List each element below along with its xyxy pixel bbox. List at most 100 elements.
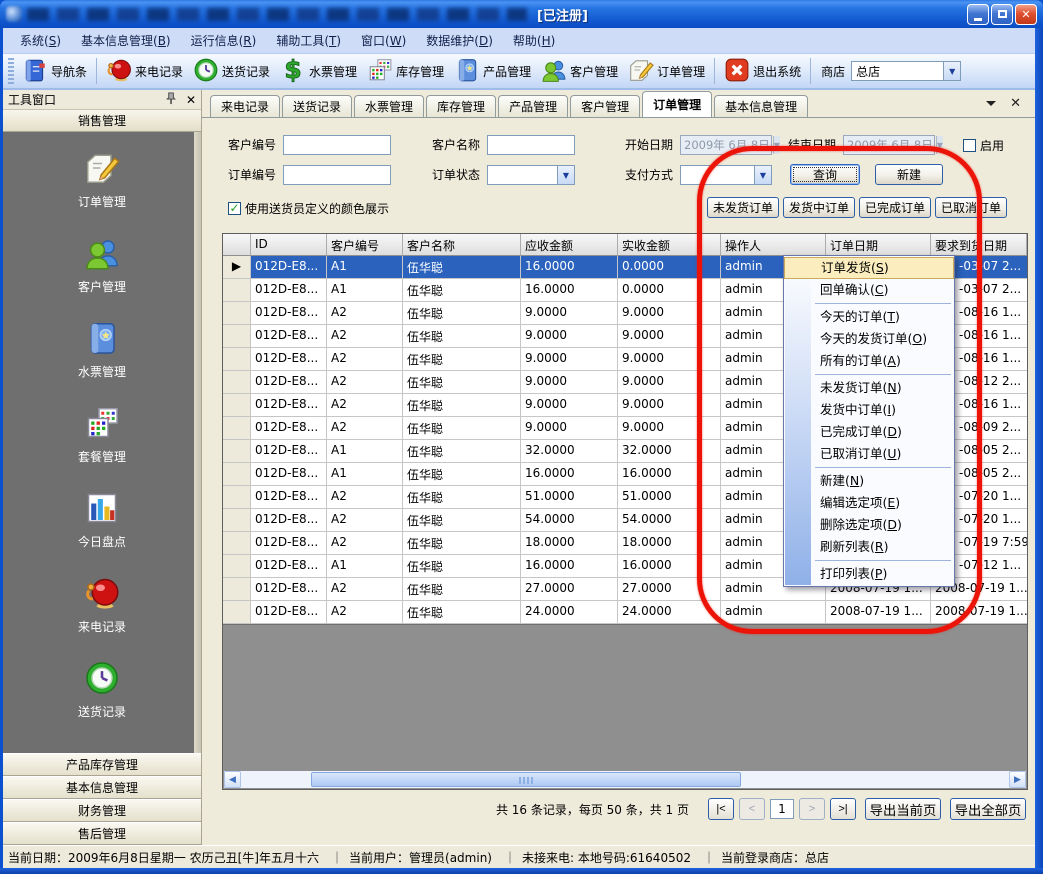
column-header-订单日期[interactable]: 订单日期 xyxy=(826,234,931,256)
row-selector[interactable] xyxy=(223,440,251,463)
row-selector[interactable] xyxy=(223,486,251,509)
start-date-picker[interactable]: 2009年 6月 8日 ▼ xyxy=(680,135,772,155)
new-button[interactable]: 新建 xyxy=(875,164,943,185)
sidebar-group-基本信息管理[interactable]: 基本信息管理 xyxy=(3,776,201,799)
shop-dropdown-icon[interactable]: ▼ xyxy=(943,62,960,80)
tab-产品管理[interactable]: 产品管理 xyxy=(498,95,568,117)
row-selector[interactable] xyxy=(223,601,251,624)
enable-date-checkbox-box[interactable] xyxy=(963,139,976,152)
sidebar-group-财务管理[interactable]: 财务管理 xyxy=(3,799,201,822)
toolbar-button-4[interactable]: 库存管理 xyxy=(362,55,449,88)
tool-window-close-icon[interactable]: ✕ xyxy=(186,93,196,107)
sidebar-group-产品库存管理[interactable]: 产品库存管理 xyxy=(3,753,201,776)
order-no-input[interactable] xyxy=(283,165,391,185)
menu-item-2[interactable]: 运行信息(R) xyxy=(182,29,266,52)
sidebar-item-订单管理[interactable]: 订单管理 xyxy=(78,150,126,210)
context-menu-item-已完成订单(D)[interactable]: 已完成订单(D) xyxy=(784,421,954,443)
toolbar-button-8[interactable]: 退出系统 xyxy=(719,55,806,88)
close-button[interactable]: ✕ xyxy=(1015,4,1037,25)
toolbar-button-2[interactable]: 送货记录 xyxy=(188,55,275,88)
menu-item-6[interactable]: 帮助(H) xyxy=(504,29,564,52)
sidebar-item-今日盘点[interactable]: 今日盘点 xyxy=(78,490,126,550)
row-selector[interactable]: ▶ xyxy=(223,256,251,279)
context-menu-item-编辑选定项(E)[interactable]: 编辑选定项(E) xyxy=(784,492,954,514)
toolbar-button-3[interactable]: $水票管理 xyxy=(275,55,362,88)
context-menu-item-打印列表(P)[interactable]: 打印列表(P) xyxy=(784,563,954,585)
column-header-要求到货日期[interactable]: 要求到货日期 xyxy=(931,234,1027,256)
sidebar-item-水票管理[interactable]: 水票管理 xyxy=(78,320,126,380)
last-page-button[interactable]: >| xyxy=(830,798,856,820)
row-selector[interactable] xyxy=(223,578,251,601)
row-selector[interactable] xyxy=(223,325,251,348)
context-menu-item-删除选定项(D)[interactable]: 删除选定项(D) xyxy=(784,514,954,536)
pin-icon[interactable] xyxy=(165,92,178,108)
maximize-button[interactable] xyxy=(991,4,1013,25)
export-current-page-button[interactable]: 导出当前页 xyxy=(865,798,941,820)
tab-水票管理[interactable]: 水票管理 xyxy=(354,95,424,117)
sidebar-group-售后管理[interactable]: 售后管理 xyxy=(3,822,201,845)
column-header-ID[interactable]: ID xyxy=(251,234,327,256)
end-date-picker[interactable]: 2009年 6月 8日 ▼ xyxy=(843,135,935,155)
tab-客户管理[interactable]: 客户管理 xyxy=(570,95,640,117)
sidebar-item-套餐管理[interactable]: 套餐管理 xyxy=(78,405,126,465)
pay-method-select[interactable]: ▼ xyxy=(680,165,772,185)
context-menu-item-发货中订单(I)[interactable]: 发货中订单(I) xyxy=(784,399,954,421)
order-status-dropdown-icon[interactable]: ▼ xyxy=(557,166,574,184)
context-menu-item-订单发货(S)[interactable]: 订单发货(S) xyxy=(784,257,954,279)
tab-订单管理[interactable]: 订单管理 xyxy=(642,91,712,117)
toolbar-button-0[interactable]: 导航条 xyxy=(17,55,92,88)
menu-item-5[interactable]: 数据维护(D) xyxy=(417,29,502,52)
row-selector[interactable] xyxy=(223,394,251,417)
toolbar-button-6[interactable]: 客户管理 xyxy=(536,55,623,88)
column-header-操作人[interactable]: 操作人 xyxy=(721,234,826,256)
tab-库存管理[interactable]: 库存管理 xyxy=(426,95,496,117)
sidebar-group-sales[interactable]: 销售管理 xyxy=(3,110,201,132)
status-filter-button-2[interactable]: 已完成订单 xyxy=(859,197,931,218)
context-menu-item-今天的发货订单(O)[interactable]: 今天的发货订单(O) xyxy=(784,328,954,350)
tab-基本信息管理[interactable]: 基本信息管理 xyxy=(714,95,808,117)
context-menu-item-新建(N)[interactable]: 新建(N) xyxy=(784,470,954,492)
column-header-实收金额[interactable]: 实收金额 xyxy=(618,234,721,256)
horizontal-scrollbar[interactable]: ◀ ▶ xyxy=(224,771,1026,788)
export-all-pages-button[interactable]: 导出全部页 xyxy=(950,798,1026,820)
row-selector[interactable] xyxy=(223,417,251,440)
toolbar-button-1[interactable]: 来电记录 xyxy=(101,55,188,88)
row-selector[interactable] xyxy=(223,348,251,371)
courier-color-checkbox-box[interactable]: ✓ xyxy=(228,202,241,215)
context-menu-item-所有的订单(A)[interactable]: 所有的订单(A) xyxy=(784,350,954,372)
row-selector[interactable] xyxy=(223,279,251,302)
scrollbar-thumb[interactable] xyxy=(311,772,741,787)
customer-no-input[interactable] xyxy=(283,135,391,155)
menu-item-1[interactable]: 基本信息管理(B) xyxy=(72,29,180,52)
status-filter-button-3[interactable]: 已取消订单 xyxy=(935,197,1007,218)
tab-list-dropdown-icon[interactable] xyxy=(986,101,996,111)
column-header-客户名称[interactable]: 客户名称 xyxy=(403,234,521,256)
row-selector[interactable] xyxy=(223,371,251,394)
minimize-button[interactable] xyxy=(967,4,989,25)
customer-name-input[interactable] xyxy=(487,135,575,155)
end-date-dropdown-icon[interactable]: ▼ xyxy=(936,136,943,154)
context-menu-item-刷新列表(R)[interactable]: 刷新列表(R) xyxy=(784,536,954,558)
column-header-应收金额[interactable]: 应收金额 xyxy=(521,234,618,256)
order-status-select[interactable]: ▼ xyxy=(487,165,575,185)
column-header-客户编号[interactable]: 客户编号 xyxy=(327,234,403,256)
courier-color-checkbox[interactable]: ✓ 使用送货员定义的颜色展示 xyxy=(228,198,389,218)
search-button[interactable]: 查询 xyxy=(790,164,860,185)
tab-close-icon[interactable]: ✕ xyxy=(1010,96,1021,111)
status-filter-button-1[interactable]: 发货中订单 xyxy=(783,197,855,218)
first-page-button[interactable]: |< xyxy=(708,798,734,820)
start-date-dropdown-icon[interactable]: ▼ xyxy=(773,136,780,154)
sidebar-item-客户管理[interactable]: 客户管理 xyxy=(78,235,126,295)
row-selector[interactable] xyxy=(223,509,251,532)
toolbar-button-5[interactable]: 产品管理 xyxy=(449,55,536,88)
menu-item-0[interactable]: 系统(S) xyxy=(11,29,70,52)
prev-page-button[interactable]: < xyxy=(739,798,765,820)
row-selector[interactable] xyxy=(223,463,251,486)
scroll-right-icon[interactable]: ▶ xyxy=(1009,771,1026,788)
menu-item-4[interactable]: 窗口(W) xyxy=(352,29,415,52)
context-menu-item-回单确认(C)[interactable]: 回单确认(C) xyxy=(784,279,954,301)
row-selector[interactable] xyxy=(223,555,251,578)
tab-来电记录[interactable]: 来电记录 xyxy=(210,95,280,117)
status-filter-button-0[interactable]: 未发货订单 xyxy=(707,197,779,218)
shop-combo[interactable]: 总店▼ xyxy=(851,61,961,81)
